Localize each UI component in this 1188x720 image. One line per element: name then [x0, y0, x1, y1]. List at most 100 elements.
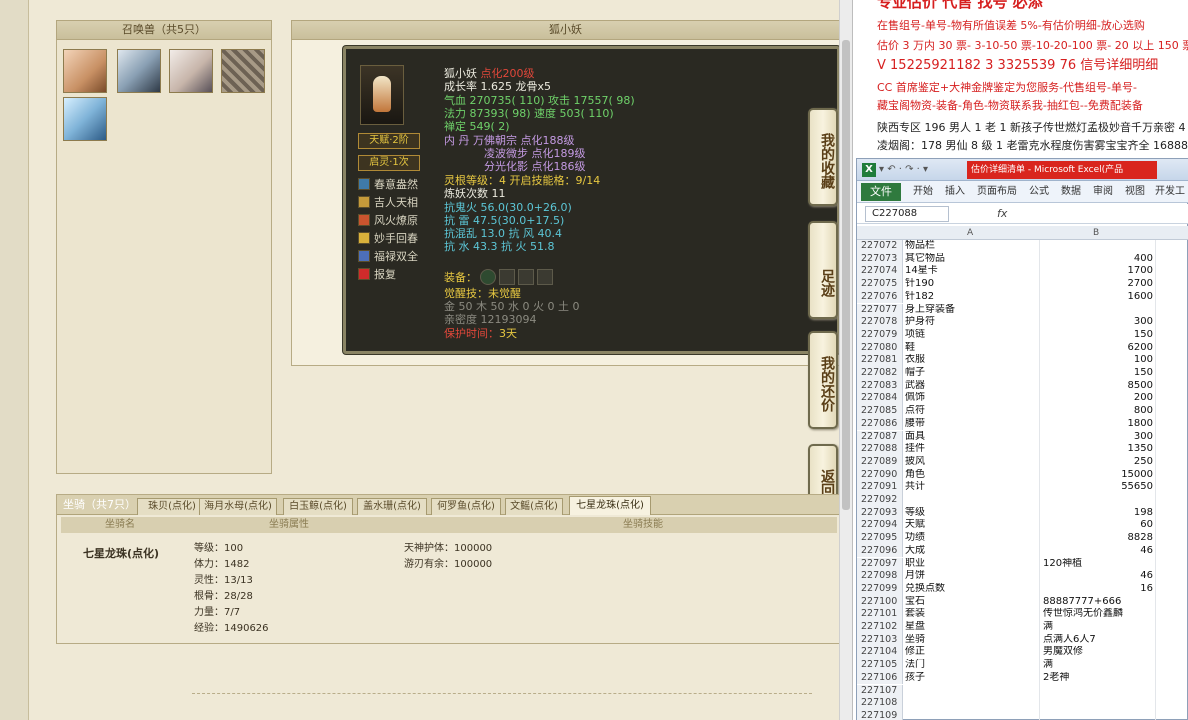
row-number[interactable]: 227109	[857, 709, 903, 720]
cell-b[interactable]: 400	[1041, 253, 1153, 266]
sheet-row[interactable]: 227084 佩饰 200	[857, 392, 1188, 406]
scrollbar-thumb[interactable]	[842, 40, 850, 510]
cell-a[interactable]: 角色	[905, 469, 1039, 482]
tab-home[interactable]: 开始	[913, 184, 933, 200]
cell-b[interactable]: 150	[1041, 329, 1153, 342]
row-number[interactable]: 227073	[857, 252, 903, 266]
row-number[interactable]: 227092	[857, 494, 903, 507]
cell-a[interactable]: 大成	[905, 545, 1039, 558]
cell-a[interactable]: 武器	[905, 380, 1039, 393]
mount-tab[interactable]: 文鳐(点化)	[505, 498, 563, 515]
row-number[interactable]: 227105	[857, 659, 903, 672]
page-scrollbar[interactable]	[839, 0, 852, 720]
tab-insert[interactable]: 插入	[945, 184, 965, 200]
sheet-row[interactable]: 227093 等级 198	[857, 506, 1188, 520]
cell-b[interactable]: 800	[1041, 405, 1153, 418]
row-number[interactable]: 227084	[857, 392, 903, 406]
row-number[interactable]: 227082	[857, 367, 903, 380]
cell-b[interactable]: 男魔双修	[1043, 646, 1183, 659]
cell-b[interactable]: 2老神	[1043, 672, 1183, 685]
sheet-row[interactable]: 227080 鞋 6200	[857, 341, 1188, 355]
mount-tab[interactable]: 海月水母(点化)	[199, 498, 277, 515]
sheet-grid[interactable]: 227072 物品栏 227073 其它物品 400 227074 14星卡 1700 2270…	[857, 240, 1188, 720]
pet-skill[interactable]: 妙手回春	[358, 231, 418, 247]
cell-a[interactable]: 项链	[905, 329, 1039, 342]
cell-b[interactable]: 6200	[1041, 342, 1153, 355]
cell-b[interactable]: 1600	[1041, 291, 1153, 304]
cell-a[interactable]: 物品栏	[905, 240, 1039, 253]
sheet-row[interactable]: 227109	[857, 709, 1188, 720]
cell-b[interactable]: 15000	[1041, 469, 1153, 482]
cell-a[interactable]: 帽子	[905, 367, 1039, 380]
cell-b[interactable]: 点满人6人7	[1043, 634, 1183, 647]
row-number[interactable]: 227094	[857, 519, 903, 533]
cell-a[interactable]: 宝石	[905, 596, 1039, 609]
sheet-row[interactable]: 227082 帽子 150	[857, 367, 1188, 380]
column-a-header[interactable]: A	[967, 226, 973, 240]
sheet-row[interactable]: 227079 项链 150	[857, 328, 1188, 342]
sheet-row[interactable]: 227107	[857, 684, 1188, 698]
tab-view[interactable]: 视图	[1125, 184, 1145, 200]
sheet-row[interactable]: 227089 披风 250	[857, 455, 1188, 469]
sheet-row[interactable]: 227103 坐骑 点满人6人7	[857, 633, 1188, 647]
summon-avatar[interactable]	[169, 49, 213, 93]
pet-skill[interactable]: 报复	[358, 267, 396, 283]
row-number[interactable]: 227088	[857, 443, 903, 456]
sheet-row[interactable]: 227098 月饼 46	[857, 570, 1188, 583]
cell-a[interactable]: 功绩	[905, 532, 1039, 545]
cell-b[interactable]: 55650	[1041, 481, 1153, 494]
row-number[interactable]: 227085	[857, 405, 903, 418]
row-number[interactable]: 227076	[857, 290, 903, 304]
row-number[interactable]: 227075	[857, 278, 903, 291]
cell-a[interactable]: 孩子	[905, 672, 1039, 685]
pet-skill[interactable]: 春意盎然	[358, 177, 418, 193]
row-number[interactable]: 227108	[857, 697, 903, 710]
sheet-row[interactable]: 227101 套装 传世惊鸿无价鑫麟	[857, 608, 1188, 621]
cell-a[interactable]: 腰带	[905, 418, 1039, 431]
cell-a[interactable]: 兑换点数	[905, 583, 1039, 596]
cell-a[interactable]: 套装	[905, 608, 1039, 621]
cell-a[interactable]: 星盘	[905, 621, 1039, 634]
sheet-row[interactable]: 227073 其它物品 400	[857, 252, 1188, 266]
tab-data[interactable]: 数据	[1061, 184, 1081, 200]
cell-a[interactable]: 衣服	[905, 354, 1039, 367]
row-number[interactable]: 227102	[857, 621, 903, 634]
row-number[interactable]: 227090	[857, 468, 903, 482]
sheet-row[interactable]: 227097 职业 120神植	[857, 557, 1188, 571]
sheet-row[interactable]: 227094 天赋 60	[857, 519, 1188, 533]
sheet-row[interactable]: 227095 功绩 8828	[857, 532, 1188, 545]
pet-skill[interactable]: 吉人天相	[358, 195, 418, 211]
sheet-row[interactable]: 227087 面具 300	[857, 430, 1188, 444]
sheet-row[interactable]: 227090 角色 15000	[857, 468, 1188, 482]
cell-b[interactable]: 200	[1041, 392, 1153, 405]
sheet-row[interactable]: 227086 腰带 1800	[857, 417, 1188, 431]
row-number[interactable]: 227095	[857, 532, 903, 545]
sheet-row[interactable]: 227104 修正 男魔双修	[857, 646, 1188, 660]
row-number[interactable]: 227089	[857, 455, 903, 469]
sheet-row[interactable]: 227072 物品栏	[857, 240, 1188, 253]
sheet-row[interactable]: 227075 针190 2700	[857, 278, 1188, 291]
sheet-row[interactable]: 227105 法门满	[857, 659, 1188, 672]
row-number[interactable]: 227091	[857, 481, 903, 494]
summon-avatar[interactable]	[117, 49, 161, 93]
my-collection-button[interactable]: 我的收藏	[808, 108, 838, 206]
cell-b[interactable]: 250	[1041, 456, 1153, 469]
cell-b[interactable]: 150	[1041, 367, 1153, 380]
sheet-row[interactable]: 227081 衣服 100	[857, 354, 1188, 367]
cell-b[interactable]: 8828	[1041, 532, 1153, 545]
row-number[interactable]: 227086	[857, 417, 903, 431]
row-number[interactable]: 227097	[857, 557, 903, 571]
row-number[interactable]: 227081	[857, 354, 903, 367]
row-number[interactable]: 227079	[857, 328, 903, 342]
cell-b[interactable]: 1800	[1041, 418, 1153, 431]
cell-a[interactable]: 针182	[905, 291, 1039, 304]
sheet-row[interactable]: 227088 挂件 1350	[857, 443, 1188, 456]
cell-b[interactable]: 300	[1041, 431, 1153, 444]
cell-b[interactable]: 8500	[1041, 380, 1153, 393]
sheet-row[interactable]: 227106 孩子 2老神	[857, 671, 1188, 685]
mount-tab[interactable]: 珠贝(点化)	[137, 498, 207, 515]
cell-b[interactable]: 满	[1043, 659, 1183, 672]
cell-b[interactable]: 60	[1041, 519, 1153, 532]
equip-ring-icon[interactable]	[480, 269, 496, 285]
sheet-row[interactable]: 227096 大成 46	[857, 544, 1188, 558]
